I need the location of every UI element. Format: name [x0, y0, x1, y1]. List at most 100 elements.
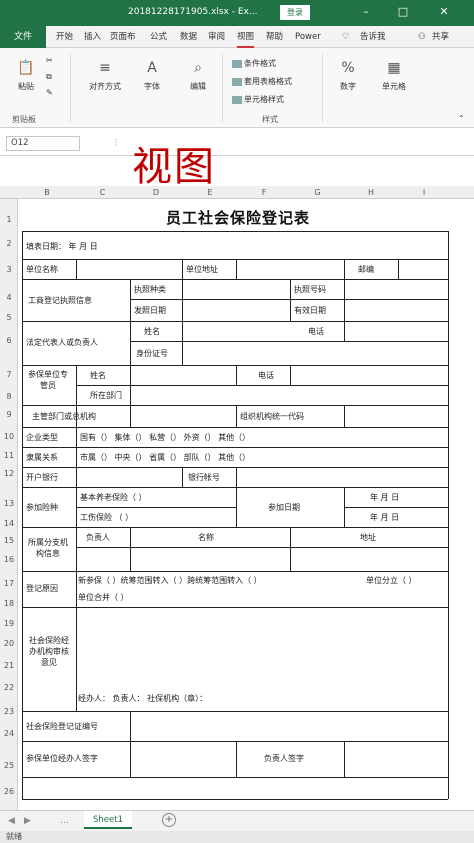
table-format-button[interactable]: 套用表格格式 — [232, 76, 292, 87]
legal-rep-label: 法定代表人或负责人 — [26, 338, 98, 347]
clipboard-icon: 📋 — [17, 60, 35, 76]
more-sheets-icon[interactable]: … — [60, 816, 69, 826]
row-header[interactable]: 24 — [0, 729, 18, 738]
tab-tell-me[interactable]: 告诉我 — [360, 26, 386, 48]
border-line — [130, 365, 131, 385]
row-header[interactable]: 13 — [0, 499, 18, 508]
minimize-icon[interactable]: – — [358, 4, 374, 20]
row-header[interactable]: 21 — [0, 661, 18, 670]
window-title: 20181228171905.xlsx - Ex... — [128, 7, 258, 17]
row-header[interactable]: 4 — [0, 293, 18, 302]
lightbulb-icon[interactable]: ♡ — [342, 26, 350, 48]
row-header[interactable]: 19 — [0, 619, 18, 628]
row-header[interactable]: 10 — [0, 432, 18, 441]
border-line — [22, 365, 448, 366]
cond-format-button[interactable]: 条件格式 — [232, 58, 276, 69]
collapse-ribbon-icon[interactable]: ⌃ — [458, 114, 465, 123]
review-opinion-label: 社会保险经办机构审核意见 — [29, 636, 69, 667]
cut-icon[interactable]: ✂ — [46, 56, 53, 65]
column-header[interactable]: I — [398, 186, 450, 199]
paste-label: 粘贴 — [18, 82, 34, 91]
pension-option: 基本养老保险（ ） — [80, 493, 147, 502]
align-button[interactable]: ≡ 对齐方式 — [82, 58, 128, 92]
cond-format-icon — [232, 59, 242, 68]
column-header[interactable]: D — [129, 186, 183, 199]
sheet-tab[interactable]: Sheet1 — [84, 811, 132, 829]
border-line — [130, 341, 448, 342]
number-button[interactable]: % 数字 — [330, 58, 366, 92]
column-header[interactable]: G — [291, 186, 344, 199]
row-header[interactable]: 3 — [0, 265, 18, 274]
tab-file[interactable]: 文件 — [0, 26, 46, 48]
restore-icon[interactable]: □ — [395, 4, 411, 20]
login-button[interactable]: 登录 — [280, 5, 310, 20]
user-icon[interactable]: ⚇ — [418, 26, 426, 48]
tab-help[interactable]: 帮助 — [266, 26, 283, 48]
row-header[interactable]: 7 — [0, 370, 18, 379]
tab-formulas[interactable]: 公式 — [150, 26, 167, 48]
row-header[interactable]: 17 — [0, 579, 18, 588]
cells-label: 单元格 — [382, 82, 406, 91]
percent-icon: % — [341, 60, 355, 76]
handler-line: 经办人： 负责人： 社保机构（章）： — [78, 694, 208, 703]
close-icon[interactable]: ✕ — [436, 4, 452, 20]
tab-insert[interactable]: 插入 — [84, 26, 101, 48]
tab-data[interactable]: 数据 — [180, 26, 197, 48]
row-header[interactable]: 22 — [0, 683, 18, 692]
next-sheet-icon[interactable]: ▶ — [24, 816, 31, 826]
column-header[interactable]: B — [18, 186, 76, 199]
tab-page-layout[interactable]: 页面布 — [110, 26, 136, 48]
tab-home[interactable]: 开始 — [56, 26, 73, 48]
name-box[interactable]: O12 — [6, 136, 80, 151]
cell-style-button[interactable]: 单元格样式 — [232, 94, 284, 105]
row-header[interactable]: 5 — [0, 313, 18, 322]
row-header[interactable]: 18 — [0, 599, 18, 608]
cell-style-icon — [232, 95, 242, 104]
copy-icon[interactable]: ⧉ — [46, 72, 52, 82]
edit-button[interactable]: ⌕ 编辑 — [180, 58, 216, 92]
table-format-icon — [232, 77, 242, 86]
tab-view[interactable]: 视图 — [237, 26, 255, 48]
row-header[interactable]: 6 — [0, 336, 18, 345]
row-header[interactable]: 20 — [0, 639, 18, 648]
row-header[interactable]: 11 — [0, 451, 18, 460]
divider — [222, 54, 223, 122]
prev-sheet-icon[interactable]: ◀ — [8, 816, 15, 826]
row-header[interactable]: 23 — [0, 707, 18, 716]
row-header[interactable]: 16 — [0, 555, 18, 564]
column-header[interactable]: E — [183, 186, 237, 199]
join-date-ymd-1: 年 月 日 — [370, 493, 400, 502]
row-header[interactable]: 1 — [0, 215, 18, 224]
tab-review[interactable]: 审阅 — [208, 26, 225, 48]
fx-icon[interactable]: ⋮ — [112, 138, 120, 147]
form-title: 员工社会保险登记表 — [165, 209, 310, 227]
insurance-type-label: 参加险种 — [26, 503, 58, 512]
border-line — [130, 527, 131, 571]
paste-button[interactable]: 📋 粘贴 — [8, 58, 44, 92]
border-line — [344, 487, 345, 527]
row-header[interactable]: 15 — [0, 536, 18, 545]
row-header[interactable]: 12 — [0, 469, 18, 478]
row-header[interactable]: 8 — [0, 392, 18, 401]
row-header[interactable]: 14 — [0, 519, 18, 528]
row-header[interactable]: 25 — [0, 761, 18, 770]
cells-button[interactable]: ▦ 单元格 — [374, 58, 414, 92]
row-header[interactable]: 9 — [0, 410, 18, 419]
worksheet-grid[interactable]: 员工社会保险登记表 填表日期： 年 月 日 单位名称 单位地址 邮编 工商登记执… — [18, 199, 474, 810]
column-header[interactable]: H — [344, 186, 398, 199]
column-header[interactable]: C — [76, 186, 129, 199]
format-painter-icon[interactable]: ✎ — [46, 88, 53, 97]
column-header[interactable]: F — [237, 186, 291, 199]
row-headers: 1 2 3 4 5 6 7 8 9 10 11 12 13 14 15 16 1… — [0, 199, 18, 810]
tab-power[interactable]: Power — [295, 26, 321, 48]
border-line — [236, 741, 237, 777]
affiliation-options: 市属（） 中央（） 省属（） 部队（） 其他（） — [80, 453, 251, 462]
add-sheet-icon[interactable]: + — [162, 813, 176, 827]
tab-share[interactable]: 共享 — [432, 26, 449, 48]
font-icon: A — [147, 60, 157, 76]
row-header[interactable]: 26 — [0, 787, 18, 796]
border-line — [130, 711, 131, 741]
issue-date-label: 发照日期 — [134, 306, 166, 315]
row-header[interactable]: 2 — [0, 239, 18, 248]
font-button[interactable]: A 字体 — [134, 58, 170, 92]
